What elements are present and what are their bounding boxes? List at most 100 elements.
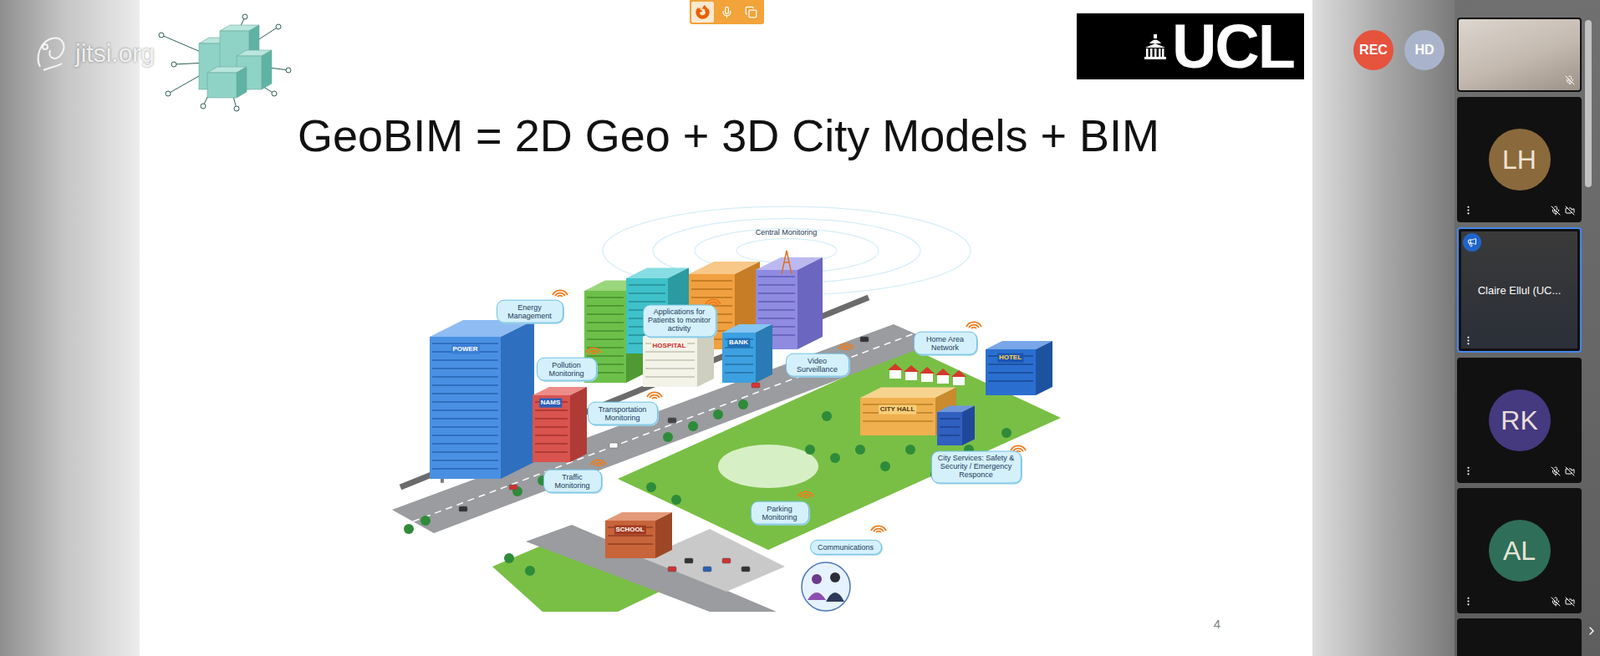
browser-cell[interactable] [691, 1, 714, 23]
participant-tile[interactable] [1457, 17, 1582, 92]
building [722, 324, 773, 383]
building [937, 405, 975, 446]
dominant-speaker-badge [1462, 233, 1482, 252]
portico-icon [1143, 34, 1167, 60]
more-icon[interactable] [1462, 465, 1474, 477]
illustration: POWER HOSPITAL BANK NAMS CITY HALL HOTEL SCHOO… [392, 198, 1066, 612]
building [985, 341, 1053, 396]
antenna-icon [781, 250, 792, 275]
callout-label: Applications for Patients to monitor act… [642, 304, 717, 337]
status-icons [1550, 205, 1575, 216]
slide-header: UCL [152, 10, 1305, 115]
building-sign: HOTEL [997, 352, 1024, 362]
ucl-logo: UCL [1076, 13, 1305, 80]
mic-off-icon [1550, 205, 1561, 216]
participant-tile[interactable] [1457, 618, 1582, 656]
callout-label: Traffic Monitoring [543, 468, 602, 494]
watermark: jitsi.org [33, 33, 155, 74]
building-sign: NAMS [539, 397, 563, 408]
tile-status-bar [1462, 335, 1575, 347]
callout-label: Home Area Network [913, 331, 978, 356]
callout-label: Central Monitoring [744, 228, 829, 237]
jitsi-logo-icon [33, 33, 71, 74]
screen-share-icon [744, 5, 758, 19]
house [951, 370, 967, 386]
sharing-indicator[interactable] [689, 0, 765, 25]
more-icon[interactable] [1462, 335, 1474, 347]
scrollbar[interactable] [1584, 17, 1592, 656]
signal-icon [647, 392, 663, 399]
screen-cell[interactable] [739, 1, 763, 23]
avatar: AL [1488, 519, 1551, 582]
callout-label: Transportation Monitoring [587, 401, 658, 426]
tile-status-bar [1462, 465, 1575, 477]
people-icon [801, 562, 851, 612]
shared-slide: UCLGeoBIM = 2D Geo + 3D City Models + BI… [139, 0, 1313, 656]
participant-tile[interactable]: RK [1457, 357, 1582, 484]
watermark-text: jitsi.org [75, 39, 155, 68]
mic-off-icon [1564, 75, 1575, 86]
callout-label: Energy Management [496, 299, 564, 324]
top-right-indicators: RECHD [1312, 0, 1455, 656]
signal-icon [838, 343, 854, 351]
local-video [1458, 19, 1580, 91]
smart-city-illustration [392, 198, 1066, 612]
building-sign: HOSPITAL [651, 341, 688, 351]
tile-status-bar [1462, 75, 1575, 86]
house [903, 365, 919, 381]
mic-off-icon [1550, 596, 1561, 607]
firefox-icon [695, 5, 710, 20]
signal-icon [966, 321, 982, 329]
building-sign: POWER [450, 344, 479, 354]
status-badge[interactable]: REC [1353, 30, 1394, 71]
participant-tile[interactable]: AL [1457, 488, 1582, 614]
mic-icon [720, 5, 734, 19]
building [429, 320, 535, 479]
ucl-logo-text: UCL [1171, 15, 1295, 78]
signal-icon [798, 491, 814, 499]
callout-label: City Services: Safety & Security / Emerg… [931, 450, 1022, 484]
scroll-thumb[interactable] [1584, 20, 1592, 188]
house [887, 363, 903, 379]
jitsi-meeting: UCLGeoBIM = 2D Geo + 3D City Models + BI… [0, 0, 1600, 656]
signal-icon [585, 347, 602, 355]
participant-tile[interactable]: Claire Ellul (UC... [1457, 227, 1582, 353]
video-off-icon [1564, 205, 1575, 216]
building [532, 387, 587, 463]
tile-status-bar [1462, 204, 1575, 216]
participant-tile[interactable]: LH [1457, 96, 1582, 223]
house [919, 366, 935, 383]
page-number: 4 [1213, 616, 1221, 632]
status-badge[interactable]: HD [1404, 30, 1445, 71]
slide-footer: 4 [152, 616, 1305, 632]
participant-name: Claire Ellul (UC... [1477, 284, 1562, 297]
toggle-filmstrip[interactable] [1584, 624, 1599, 638]
avatar: RK [1488, 389, 1551, 452]
status-icons [1550, 466, 1575, 477]
slide-title: GeoBIM = 2D Geo + 3D City Models + BIM [297, 108, 1160, 164]
callout-label: Video Surveillance [785, 352, 850, 378]
geobim-logo-icon [152, 10, 296, 115]
building [642, 328, 714, 388]
more-icon[interactable] [1462, 204, 1474, 216]
chevron-right-icon[interactable] [1584, 624, 1599, 638]
building-sign: BANK [727, 337, 750, 347]
video-off-icon [1564, 466, 1575, 477]
mic-cell[interactable] [715, 1, 739, 23]
building [605, 512, 673, 559]
signal-icon [591, 459, 607, 467]
video-off-icon [1564, 596, 1575, 607]
mic-off-icon [1550, 466, 1561, 477]
avatar: LH [1488, 128, 1551, 191]
more-icon[interactable] [1462, 596, 1474, 607]
house [935, 368, 951, 384]
status-icons [1550, 596, 1575, 607]
backdrop [0, 0, 140, 656]
signal-icon [552, 290, 568, 297]
speaker-icon [1467, 237, 1478, 248]
signal-icon [871, 525, 887, 533]
tile-list: LH Claire Ellul (UC... RK AL [1457, 17, 1582, 656]
callout-label: Parking Monitoring [750, 500, 810, 525]
building-sign: CITY HALL [878, 404, 918, 414]
building-sign: SCHOOL [613, 524, 646, 535]
